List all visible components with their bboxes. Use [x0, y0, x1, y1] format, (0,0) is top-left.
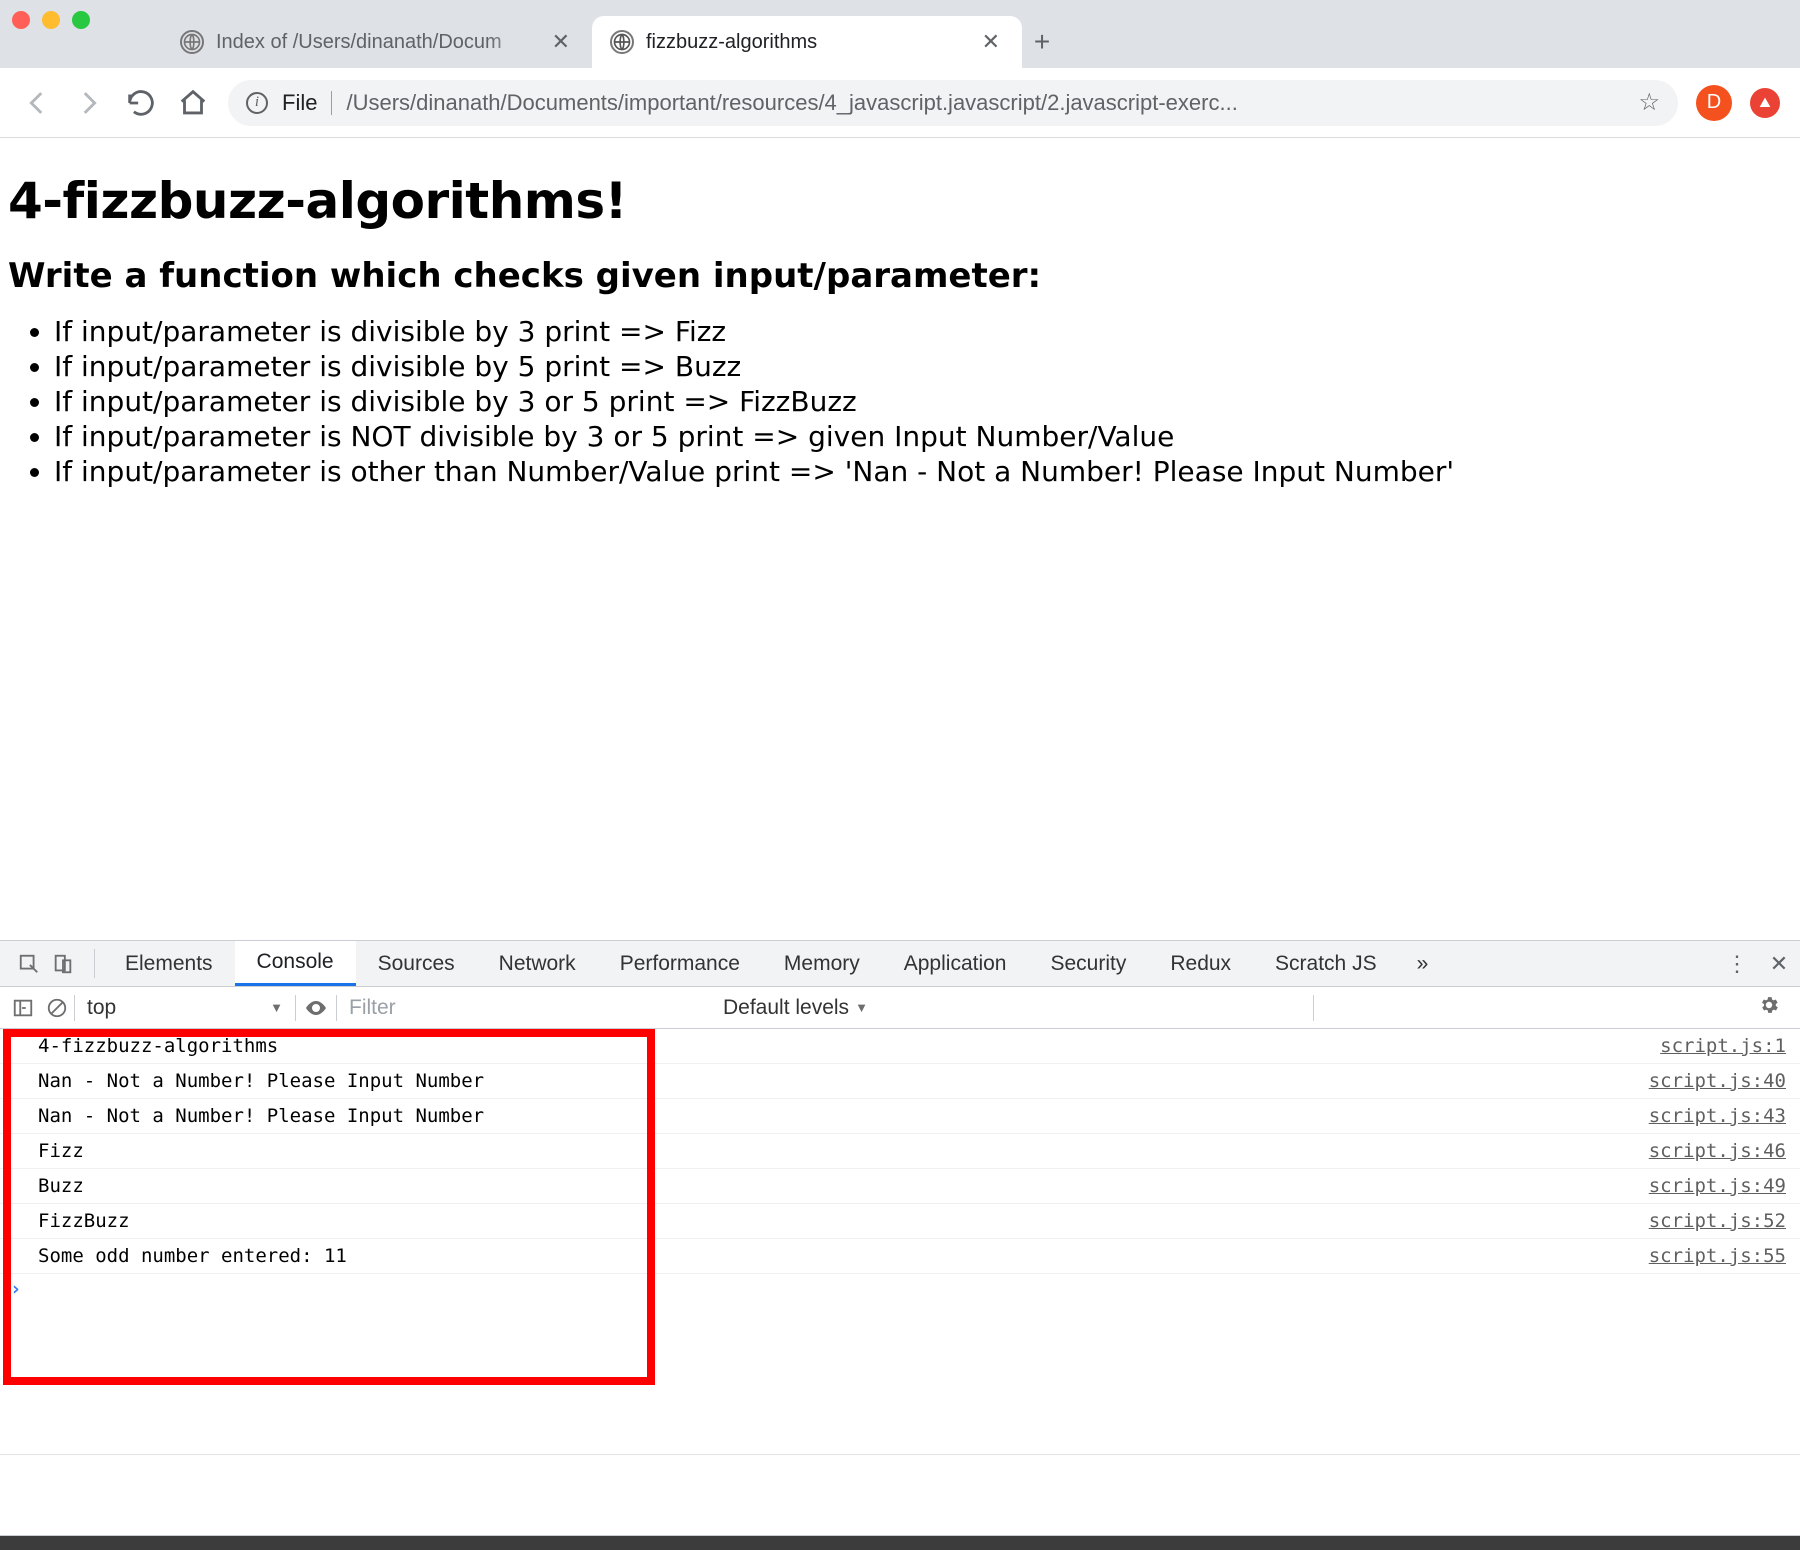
profile-avatar[interactable]: D: [1696, 85, 1732, 121]
console-log-row: FizzBuzz script.js:52: [0, 1204, 1800, 1239]
devtools-tab-sources[interactable]: Sources: [356, 941, 477, 986]
console-log-row: Nan - Not a Number! Please Input Number s…: [0, 1099, 1800, 1134]
address-bar[interactable]: i File /Users/dinanath/Documents/importa…: [228, 80, 1678, 126]
browser-tabstrip: Index of /Users/dinanath/Docum ✕ fizzbuz…: [0, 0, 1800, 68]
chevron-down-icon: ▼: [270, 1000, 283, 1015]
browser-toolbar: i File /Users/dinanath/Documents/importa…: [0, 68, 1800, 138]
log-message: Buzz: [38, 1175, 84, 1197]
log-source-link[interactable]: script.js:40: [1649, 1070, 1786, 1092]
list-item: If input/parameter is divisible by 3 or …: [54, 384, 1792, 419]
bookmark-star-icon[interactable]: ☆: [1638, 88, 1660, 117]
globe-icon: [610, 30, 634, 54]
console-context-selector[interactable]: top ▼: [75, 996, 295, 1020]
browser-tab-inactive[interactable]: Index of /Users/dinanath/Docum ✕: [162, 16, 592, 68]
console-sidebar-toggle-icon[interactable]: [6, 991, 40, 1025]
log-message: Some odd number entered: 11: [38, 1245, 347, 1267]
url-scheme-label: File: [282, 90, 317, 116]
devtools-tab-redux[interactable]: Redux: [1148, 941, 1253, 986]
devtools-tabs-overflow[interactable]: »: [1399, 941, 1447, 986]
separator: [331, 91, 332, 115]
log-message: Nan - Not a Number! Please Input Number: [38, 1105, 484, 1127]
log-source-link[interactable]: script.js:1: [1660, 1035, 1786, 1057]
list-item: If input/parameter is NOT divisible by 3…: [54, 419, 1792, 454]
devtools-panel: Elements Console Sources Network Perform…: [0, 940, 1800, 1550]
extension-badge[interactable]: [1750, 88, 1780, 118]
devtools-close-icon[interactable]: ✕: [1758, 951, 1800, 977]
window-zoom-dot[interactable]: [72, 11, 90, 29]
devtools-drawer: [0, 1454, 1800, 1536]
avatar-letter: D: [1707, 91, 1721, 114]
list-item: If input/parameter is divisible by 3 pri…: [54, 314, 1792, 349]
console-filter-input[interactable]: Filter: [337, 996, 707, 1020]
window-close-dot[interactable]: [12, 11, 30, 29]
close-icon[interactable]: ✕: [978, 29, 1004, 55]
devtools-tab-performance[interactable]: Performance: [598, 941, 762, 986]
console-log-row: 4-fizzbuzz-algorithms script.js:1: [0, 1029, 1800, 1064]
window-minimize-dot[interactable]: [42, 11, 60, 29]
home-button[interactable]: [176, 86, 210, 120]
context-label: top: [87, 996, 116, 1020]
new-tab-button[interactable]: +: [1022, 16, 1062, 68]
inspect-element-icon[interactable]: [12, 947, 46, 981]
page-content: 4-fizzbuzz-algorithms! Write a function …: [0, 138, 1800, 940]
chevron-down-icon: ▼: [855, 1000, 868, 1015]
devtools-tab-console[interactable]: Console: [235, 941, 356, 986]
console-settings-icon[interactable]: [1744, 994, 1794, 1022]
devtools-menu-icon[interactable]: ⋮: [1716, 951, 1758, 977]
page-subheading: Write a function which checks given inpu…: [8, 256, 1792, 296]
filter-placeholder: Filter: [349, 996, 396, 1019]
levels-label: Default levels: [723, 996, 849, 1020]
console-prompt[interactable]: ›: [0, 1274, 1800, 1304]
log-message: Fizz: [38, 1140, 84, 1162]
log-message: 4-fizzbuzz-algorithms: [38, 1035, 278, 1057]
live-expression-icon[interactable]: [296, 996, 336, 1020]
devtools-tab-memory[interactable]: Memory: [762, 941, 882, 986]
site-info-icon[interactable]: i: [246, 92, 268, 114]
separator: [1313, 995, 1314, 1021]
tab-title: Index of /Users/dinanath/Docum: [216, 31, 536, 54]
url-path: /Users/dinanath/Documents/important/reso…: [346, 90, 1624, 116]
page-heading: 4-fizzbuzz-algorithms!: [8, 172, 1792, 230]
requirements-list: If input/parameter is divisible by 3 pri…: [54, 314, 1792, 489]
devtools-tabbar: Elements Console Sources Network Perform…: [0, 941, 1800, 987]
device-mode-icon[interactable]: [46, 947, 80, 981]
console-log-row: Some odd number entered: 11 script.js:55: [0, 1239, 1800, 1274]
browser-tab-active[interactable]: fizzbuzz-algorithms ✕: [592, 16, 1022, 68]
separator: [94, 949, 95, 978]
devtools-tab-network[interactable]: Network: [477, 941, 598, 986]
console-log-row: Buzz script.js:49: [0, 1169, 1800, 1204]
tab-title: fizzbuzz-algorithms: [646, 31, 966, 54]
log-source-link[interactable]: script.js:49: [1649, 1175, 1786, 1197]
devtools-tab-scratchjs[interactable]: Scratch JS: [1253, 941, 1399, 986]
window-controls: [12, 0, 162, 68]
globe-icon: [180, 30, 204, 54]
list-item: If input/parameter is other than Number/…: [54, 454, 1792, 489]
log-source-link[interactable]: script.js:43: [1649, 1105, 1786, 1127]
statusbar: [0, 1536, 1800, 1550]
close-icon[interactable]: ✕: [548, 29, 574, 55]
reload-button[interactable]: [124, 86, 158, 120]
log-levels-selector[interactable]: Default levels ▼: [707, 996, 884, 1020]
log-source-link[interactable]: script.js:46: [1649, 1140, 1786, 1162]
forward-button[interactable]: [72, 86, 106, 120]
devtools-tab-application[interactable]: Application: [882, 941, 1029, 986]
console-log-row: Nan - Not a Number! Please Input Number s…: [0, 1064, 1800, 1099]
console-toolbar: top ▼ Filter Default levels ▼: [0, 987, 1800, 1029]
log-source-link[interactable]: script.js:55: [1649, 1245, 1786, 1267]
console-output: 4-fizzbuzz-algorithms script.js:1 Nan - N…: [0, 1029, 1800, 1454]
log-message: Nan - Not a Number! Please Input Number: [38, 1070, 484, 1092]
devtools-tab-elements[interactable]: Elements: [103, 941, 235, 986]
log-message: FizzBuzz: [38, 1210, 130, 1232]
log-source-link[interactable]: script.js:52: [1649, 1210, 1786, 1232]
devtools-tab-security[interactable]: Security: [1028, 941, 1148, 986]
back-button[interactable]: [20, 86, 54, 120]
list-item: If input/parameter is divisible by 5 pri…: [54, 349, 1792, 384]
clear-console-icon[interactable]: [40, 991, 74, 1025]
console-log-row: Fizz script.js:46: [0, 1134, 1800, 1169]
